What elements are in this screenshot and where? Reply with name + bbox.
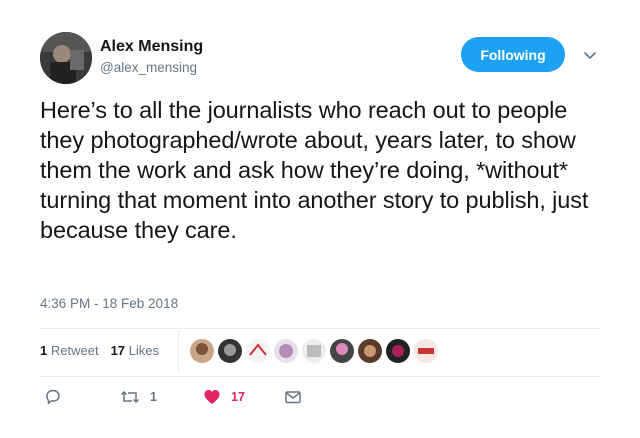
tweet-stats: 1 Retweet 17 Likes bbox=[40, 343, 159, 358]
following-button[interactable]: Following bbox=[461, 37, 565, 72]
retweet-stat[interactable]: 1 Retweet bbox=[40, 343, 99, 358]
liker-avatar[interactable] bbox=[386, 339, 410, 363]
envelope-icon bbox=[284, 388, 302, 406]
tweet-card: Alex Mensing @alex_mensing Following Her… bbox=[0, 0, 640, 438]
reply-button[interactable] bbox=[44, 388, 62, 406]
liker-avatar[interactable] bbox=[414, 339, 438, 363]
liker-avatar[interactable] bbox=[358, 339, 382, 363]
tweet-timestamp[interactable]: 4:36 PM - 18 Feb 2018 bbox=[40, 296, 178, 311]
divider bbox=[40, 328, 600, 329]
liker-avatar[interactable] bbox=[274, 339, 298, 363]
liker-avatar[interactable] bbox=[246, 339, 270, 363]
like-button[interactable]: 17 bbox=[203, 388, 245, 406]
retweet-button[interactable]: 1 bbox=[120, 388, 157, 406]
chevron-down-icon[interactable] bbox=[582, 47, 598, 63]
retweet-label: Retweet bbox=[50, 343, 99, 358]
liker-avatars bbox=[190, 339, 438, 365]
reply-icon bbox=[44, 388, 62, 406]
like-action-count: 17 bbox=[231, 390, 245, 404]
liker-avatar[interactable] bbox=[302, 339, 326, 363]
likes-count: 17 bbox=[110, 343, 126, 358]
divider bbox=[40, 376, 600, 377]
retweet-action-count: 1 bbox=[150, 390, 157, 404]
retweet-icon bbox=[120, 388, 140, 406]
tweet-text: Here’s to all the journalists who reach … bbox=[40, 97, 589, 243]
author-handle[interactable]: @alex_mensing bbox=[100, 60, 197, 75]
liker-avatar[interactable] bbox=[218, 339, 242, 363]
heart-icon bbox=[203, 388, 221, 406]
retweet-count: 1 bbox=[40, 343, 48, 358]
liker-avatar[interactable] bbox=[190, 339, 214, 363]
likes-label: Likes bbox=[128, 343, 160, 358]
direct-message-button[interactable] bbox=[284, 388, 302, 406]
divider bbox=[178, 331, 179, 373]
likes-stat[interactable]: 17 Likes bbox=[111, 343, 159, 358]
author-name[interactable]: Alex Mensing bbox=[100, 38, 203, 56]
liker-avatar[interactable] bbox=[330, 339, 354, 363]
avatar[interactable] bbox=[40, 32, 92, 84]
